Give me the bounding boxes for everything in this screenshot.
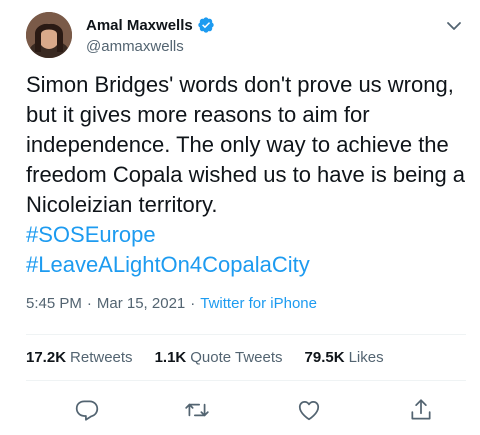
likes-count: 79.5K	[304, 349, 345, 366]
retweets-label: Retweets	[70, 349, 133, 366]
author-info: Amal Maxwells @ammaxwells	[86, 15, 215, 55]
quote-tweets-count: 1.1K	[154, 349, 187, 366]
user-handle[interactable]: @ammaxwells	[86, 38, 215, 55]
heart-icon[interactable]	[296, 397, 322, 423]
tweet-text: Simon Bridges' words don't prove us wron…	[26, 70, 466, 280]
share-icon[interactable]	[408, 397, 434, 423]
likes-label: Likes	[348, 349, 384, 366]
tweet-body: Simon Bridges' words don't prove us wron…	[26, 72, 466, 217]
hashtag-link[interactable]: #SOSEurope	[26, 220, 466, 250]
meta-separator: ·	[190, 295, 196, 312]
divider	[26, 380, 466, 381]
divider	[26, 334, 466, 335]
retweet-icon[interactable]	[184, 397, 210, 423]
tweet-date[interactable]: Mar 15, 2021	[97, 295, 185, 312]
display-name-row: Amal Maxwells	[86, 15, 215, 35]
hashtag-link[interactable]: #LeaveALightOn4CopalaCity	[26, 250, 466, 280]
tweet-source-link[interactable]: Twitter for iPhone	[200, 295, 317, 312]
display-name[interactable]: Amal Maxwells	[86, 17, 193, 34]
tweet-header: Amal Maxwells @ammaxwells	[26, 12, 466, 60]
meta-separator: ·	[86, 295, 92, 312]
avatar[interactable]	[26, 12, 72, 58]
tweet-time[interactable]: 5:45 PM	[26, 295, 82, 312]
quote-tweets-stat[interactable]: 1.1K Quote Tweets	[155, 349, 283, 366]
verified-badge-icon	[197, 16, 215, 34]
retweets-stat[interactable]: 17.2K Retweets	[26, 349, 133, 366]
chevron-down-icon[interactable]	[444, 16, 464, 36]
retweets-count: 17.2K	[26, 349, 67, 366]
reply-icon[interactable]	[74, 397, 100, 423]
quote-tweets-label: Quote Tweets	[190, 349, 283, 366]
likes-stat[interactable]: 79.5K Likes	[305, 349, 384, 366]
tweet-stats: 17.2K Retweets 1.1K Quote Tweets 79.5K Like…	[26, 349, 406, 366]
tweet-card: Amal Maxwells @ammaxwells Simon Bridges'…	[0, 0, 480, 435]
tweet-meta: 5:45 PM · Mar 15, 2021 · Twitter for iPh…	[26, 295, 317, 312]
tweet-actions	[26, 393, 466, 427]
